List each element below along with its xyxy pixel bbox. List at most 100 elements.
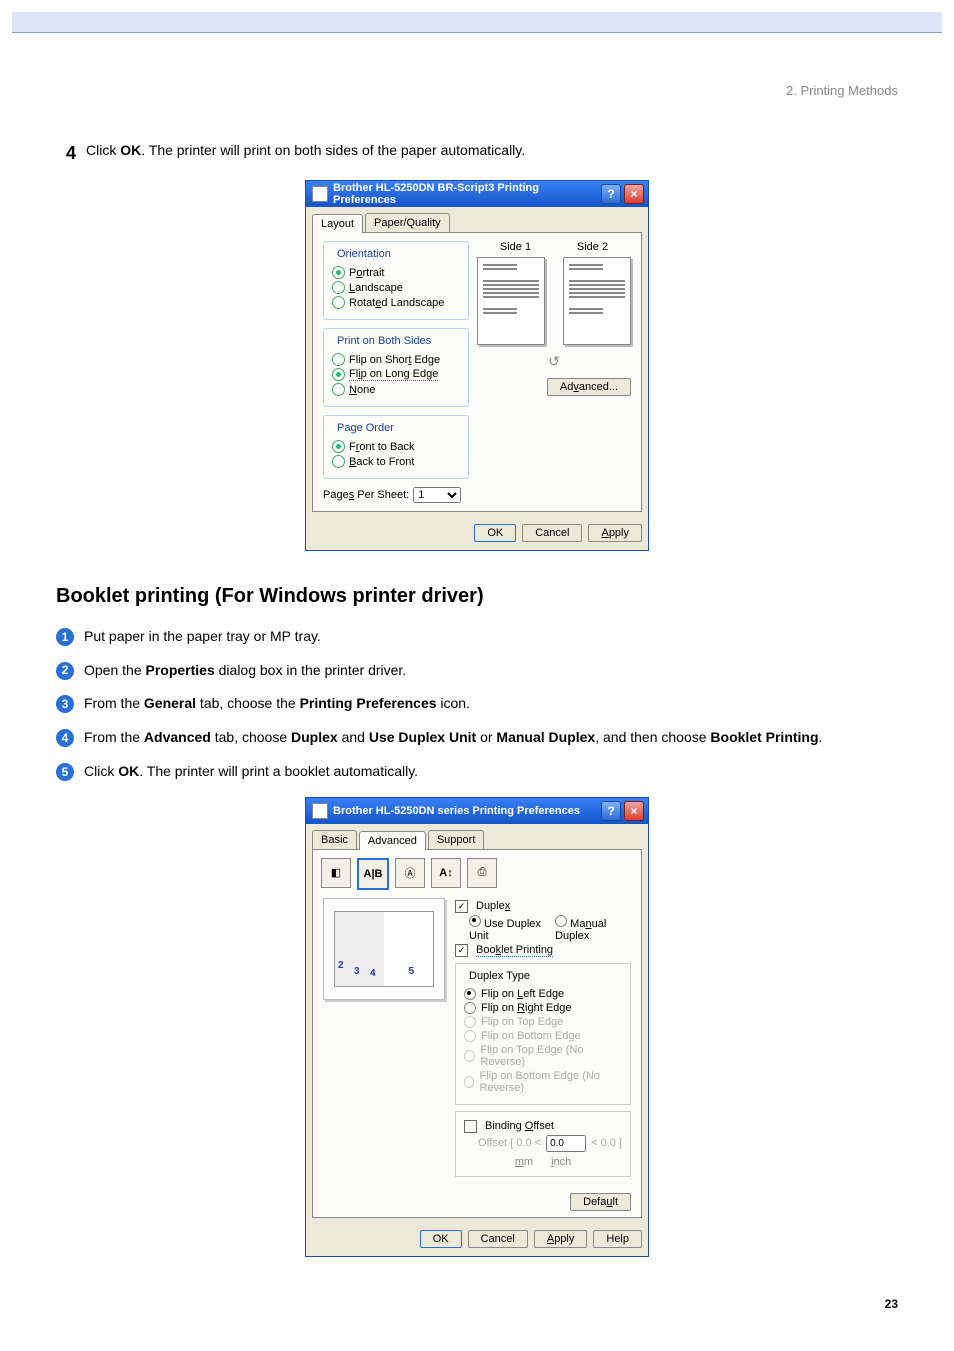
tab-paper-quality[interactable]: Paper/Quality [365,213,450,232]
step-2-bold: Properties [146,662,215,678]
radio-none[interactable]: None [332,383,460,396]
radio-flip-long[interactable]: Flip on Long Edge [332,368,460,381]
radio-flip-short[interactable]: Flip on Short Edge [332,353,460,366]
t: , and then choose [595,729,710,745]
radio-portrait[interactable]: Portrait [332,266,460,279]
radio-icon [332,353,345,366]
help-icon[interactable]: ? [601,801,621,821]
step-2-post: dialog box in the printer driver. [215,662,406,678]
t: Manual Duplex [496,729,595,745]
cancel-button[interactable]: Cancel [522,524,582,542]
step-5-bold: OK [118,763,139,779]
checkbox-booklet-printing[interactable]: Booklet Printing [455,944,631,957]
help-button[interactable]: Help [593,1230,642,1248]
apply-button[interactable]: Apply [588,524,642,542]
group-orientation-title: Orientation [334,248,394,260]
group-page-order: Page Order Front to Back Back to Front [323,415,469,479]
dialog2-title: Brother HL-5250DN series Printing Prefer… [333,805,598,817]
toolbar-pagesetting-icon[interactable]: A↕ [431,858,461,888]
cancel-button[interactable]: Cancel [468,1230,528,1248]
offset-label: Offset [ 0.0 < [478,1137,541,1149]
radio-landscape[interactable]: Landscape [332,281,460,294]
radio-icon [332,296,345,309]
side1-label: Side 1 [500,241,531,253]
toolbar-duplex-icon[interactable]: A|B [357,858,389,890]
help-icon[interactable]: ? [601,184,621,204]
radio-use-duplex-unit[interactable]: Use Duplex Unit [469,915,550,942]
step-3: 3 From the General tab, choose the Print… [56,693,898,715]
step-4-text-pre: Click [86,142,120,158]
step-5-badge: 5 [56,763,74,781]
tab-basic[interactable]: Basic [312,830,357,849]
step-5-post: . The printer will print a booklet autom… [139,763,418,779]
dialog1-buttons: OK Cancel Apply [306,518,648,550]
close-icon[interactable]: × [624,801,644,821]
t: Duplex [291,729,338,745]
t: tab, choose [211,729,291,745]
group-both-title: Print on Both Sides [334,335,434,347]
t: and [338,729,369,745]
page-number: 23 [56,1297,898,1311]
step-2-badge: 2 [56,662,74,680]
tab-advanced[interactable]: Advanced [359,831,426,850]
radio-flip-left[interactable]: Flip on Left Edge [464,988,622,1000]
pages-per-sheet-label: Pages Per Sheet: [323,489,409,501]
radio-dot-icon [464,988,476,1000]
radio-dot-icon [332,440,345,453]
step-1-badge: 1 [56,628,74,646]
step-3-badge: 3 [56,695,74,713]
radio-rotated-landscape[interactable]: Rotated Landscape [332,296,460,309]
radio-flip-top-nr: Flip on Top Edge (No Reverse) [464,1044,622,1068]
step-4-text-post: . The printer will print on both sides o… [141,142,525,158]
radio-dot-icon [332,266,345,279]
radio-mm[interactable]: mm [515,1156,533,1168]
step-3-mid: tab, choose the [196,695,300,711]
dialog2-titlebar: Brother HL-5250DN series Printing Prefer… [306,798,648,824]
t: Advanced [144,729,211,745]
step-5-pre: Click [84,763,118,779]
radio-front-to-back[interactable]: Front to Back [332,440,460,453]
default-button[interactable]: Default [570,1193,631,1211]
apply-button[interactable]: Apply [534,1230,588,1248]
toolbar-device-icon[interactable]: ⎙ [467,858,497,888]
advanced-button[interactable]: Advanced... [547,378,631,396]
group-orientation: Orientation Portrait Landscape Rotated L… [323,241,469,320]
step-4b-badge: 4 [56,729,74,747]
dialog-printing-prefs-1: Brother HL-5250DN BR-Script3 Printing Pr… [305,180,649,551]
ok-button[interactable]: OK [474,524,516,542]
toolbar-icon-1[interactable]: ◧ [321,858,351,888]
ok-button[interactable]: OK [420,1230,462,1248]
radio-manual-duplex[interactable]: Manual Duplex [555,915,631,942]
check-icon [455,944,468,957]
radio-icon [464,1076,474,1088]
dialog1-tabs: Layout Paper/Quality [306,207,648,232]
breadcrumb: 2. Printing Methods [56,83,898,98]
tab-support[interactable]: Support [428,830,485,849]
radio-icon [464,1016,476,1028]
close-icon[interactable]: × [624,184,644,204]
toolbar-watermark-icon[interactable]: Ⓐ [395,858,425,888]
radio-icon [332,455,345,468]
printer-icon [312,803,328,819]
printer-icon [312,186,328,202]
radio-back-to-front[interactable]: Back to Front [332,455,460,468]
step-2-pre: Open the [84,662,146,678]
checkbox-duplex[interactable]: Duplex [455,900,631,913]
t: Booklet Printing [710,729,818,745]
pages-per-sheet-select[interactable]: 1 [413,487,461,503]
toolbar: ◧ A|B Ⓐ A↕ ⎙ [313,850,641,898]
duplex-type-title: Duplex Type [466,970,533,982]
radio-inch[interactable]: inch [551,1156,571,1168]
radio-flip-bottom: Flip on Bottom Edge [464,1030,622,1042]
check-icon [464,1120,477,1133]
pages-per-sheet: Pages Per Sheet: 1 [323,487,469,503]
offset-input[interactable] [546,1135,586,1152]
step-1: 1 Put paper in the paper tray or MP tray… [56,626,898,648]
checkbox-binding-offset[interactable]: Binding Offset [464,1120,622,1133]
radio-icon [555,915,567,927]
tab-layout[interactable]: Layout [312,214,363,233]
flip-arrow-icon: ↺ [477,353,631,370]
step-3-pre: From the [84,695,144,711]
radio-flip-right[interactable]: Flip on Right Edge [464,1002,622,1014]
t: Use Duplex Unit [369,729,476,745]
